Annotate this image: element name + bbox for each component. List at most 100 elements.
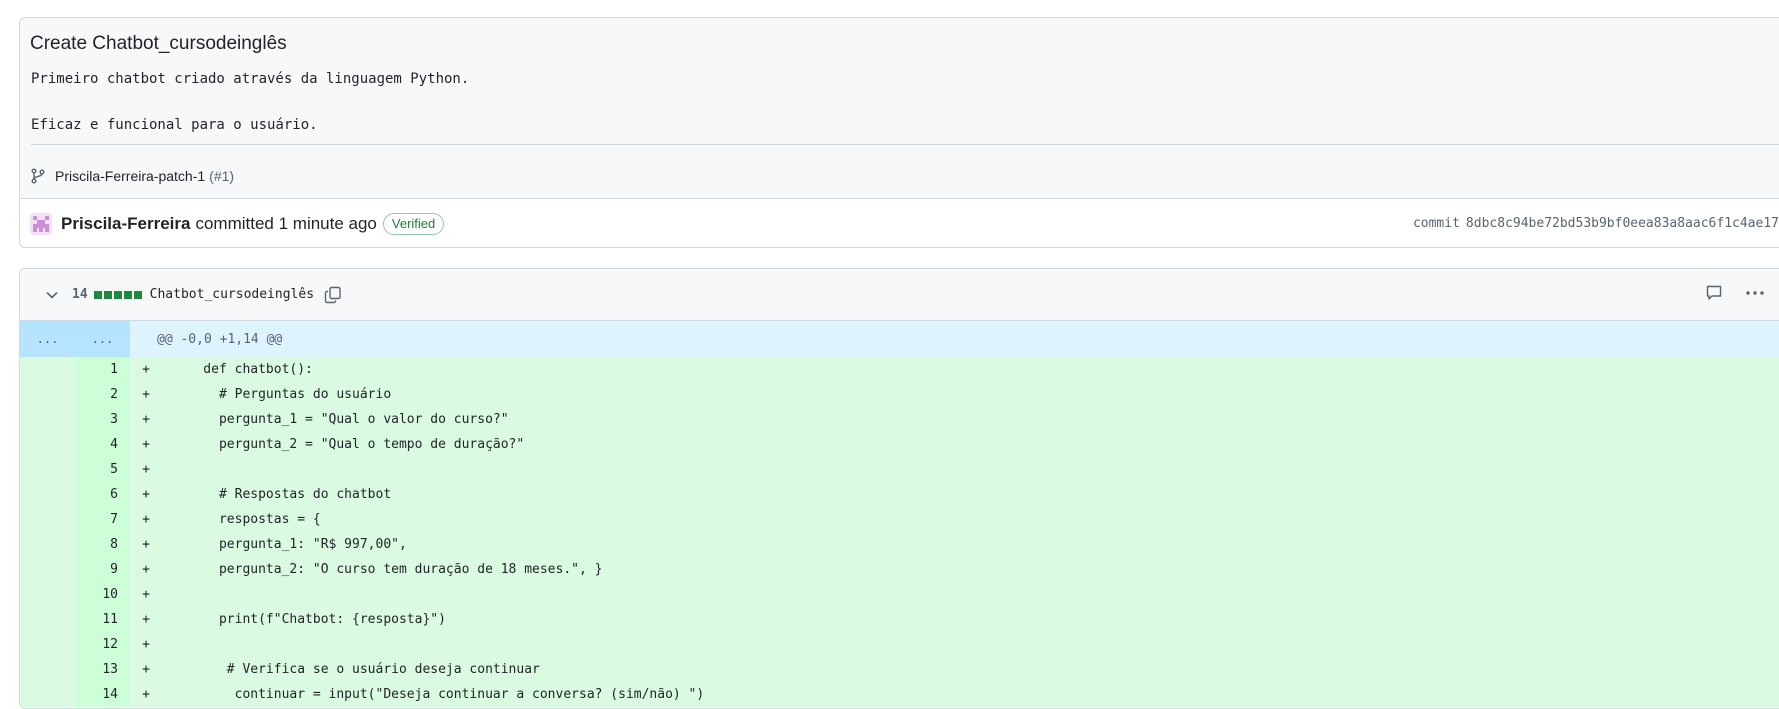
diff-line: 11 + print(f"Chatbot: {resposta}") (20, 607, 1779, 632)
new-line-number[interactable]: 1 (75, 357, 130, 382)
hunk-header: @@ -0,0 +1,14 @@ (157, 331, 283, 347)
diffstat-block (123, 290, 132, 299)
code-text: pergunta_1 = "Qual o valor do curso?" (172, 412, 509, 427)
hunk-expand-new[interactable]: ... (75, 321, 130, 357)
diffstat-block (113, 290, 122, 299)
addition-marker: + (142, 487, 150, 502)
new-line-number[interactable]: 12 (75, 632, 130, 657)
diff-line: 7 + respostas = { (20, 507, 1779, 532)
new-line-number[interactable]: 9 (75, 557, 130, 582)
commit-sha-value[interactable]: 8dbc8c94be72bd53b9bf0eea83a8aac6f1c4ae17 (1466, 216, 1779, 231)
pull-request-link[interactable]: (#1) (209, 168, 234, 184)
old-line-number (20, 607, 75, 632)
code-text: # Perguntas do usuário (172, 387, 392, 402)
chevron-down-icon[interactable] (44, 287, 60, 303)
divider (31, 144, 1779, 145)
addition-marker: + (142, 637, 150, 652)
branch-row: Priscila-Ferreira-patch-1 (#1) (30, 168, 234, 184)
diff-line: 3 + pergunta_1 = "Qual o valor do curso?" (20, 407, 1779, 432)
new-line-number[interactable]: 5 (75, 457, 130, 482)
file-name[interactable]: Chatbot_cursodeinglês (150, 287, 314, 302)
code-text: pergunta_1: "R$ 997,00", (172, 537, 407, 552)
addition-marker: + (142, 437, 150, 452)
new-line-number[interactable]: 14 (75, 682, 130, 707)
file-diff: 14 Chatbot_cursodeinglês ... ... @@ -0,0… (19, 268, 1779, 709)
addition-marker: + (142, 587, 150, 602)
diff-line: 4 + pergunta_2 = "Qual o tempo de duração… (20, 432, 1779, 457)
file-header: 14 Chatbot_cursodeinglês (20, 269, 1779, 321)
diff-line: 8 + pergunta_1: "R$ 997,00", (20, 532, 1779, 557)
diffstat-block (93, 290, 102, 299)
new-line-number[interactable]: 10 (75, 582, 130, 607)
branch-link[interactable]: Priscila-Ferreira-patch-1 (55, 168, 205, 184)
commit-sha: commit 8dbc8c94be72bd53b9bf0eea83a8aac6f1… (1413, 216, 1779, 231)
new-line-number[interactable]: 4 (75, 432, 130, 457)
hunk-expand-old[interactable]: ... (20, 321, 75, 357)
diff-line: 1 + def chatbot(): (20, 357, 1779, 382)
old-line-number (20, 382, 75, 407)
code-text: # Respostas do chatbot (172, 487, 392, 502)
addition-marker: + (142, 462, 150, 477)
old-line-number (20, 657, 75, 682)
old-line-number (20, 407, 75, 432)
code-text: print(f"Chatbot: {resposta}") (172, 612, 446, 627)
addition-marker: + (142, 687, 150, 702)
old-line-number (20, 582, 75, 607)
old-line-number (20, 432, 75, 457)
new-line-number[interactable]: 2 (75, 382, 130, 407)
new-line-number[interactable]: 13 (75, 657, 130, 682)
commit-description: Primeiro chatbot criado através da lingu… (31, 71, 470, 133)
old-line-number (20, 557, 75, 582)
comment-icon[interactable] (1705, 284, 1723, 307)
diff-line: 6 + # Respostas do chatbot (20, 482, 1779, 507)
addition-marker: + (142, 537, 150, 552)
commit-meta-row: Priscila-Ferreira committed 1 minute ago… (20, 200, 1779, 247)
commit-time: committed 1 minute ago (195, 214, 377, 233)
commit-title: Create Chatbot_cursodeinglês (30, 33, 287, 54)
code-text: pergunta_2: "O curso tem duração de 18 m… (172, 562, 603, 577)
diff-line: 14 + continuar = input("Deseja continuar … (20, 682, 1779, 707)
old-line-number (20, 532, 75, 557)
diff-line: 5 + (20, 457, 1779, 482)
diffstat-block (133, 290, 142, 299)
copy-icon[interactable] (324, 286, 342, 304)
diff-change-count: 14 (72, 287, 88, 302)
commit-sha-label: commit (1412, 216, 1460, 231)
diff-line: 9 + pergunta_2: "O curso tem duração de 1… (20, 557, 1779, 582)
new-line-number[interactable]: 7 (75, 507, 130, 532)
kebab-horizontal-icon[interactable] (1745, 284, 1765, 307)
code-lines: 1 + def chatbot(): 2 + # Perguntas do usuár… (20, 357, 1779, 707)
code-text: pergunta_2 = "Qual o tempo de duração?" (172, 437, 525, 452)
diff-line: 13 + # Verifica se o usuário deseja conti… (20, 657, 1779, 682)
old-line-number (20, 482, 75, 507)
author-link[interactable]: Priscila-Ferreira (61, 214, 190, 234)
old-line-number (20, 457, 75, 482)
verified-badge[interactable]: Verified (382, 213, 445, 235)
hunk-header-row: ... ... @@ -0,0 +1,14 @@ (20, 321, 1779, 357)
old-line-number (20, 357, 75, 382)
diffstat-bar (93, 290, 142, 299)
new-line-number[interactable]: 11 (75, 607, 130, 632)
file-actions (1705, 269, 1765, 321)
addition-marker: + (142, 562, 150, 577)
code-text: continuar = input("Deseja continuar a co… (172, 687, 705, 702)
new-line-number[interactable]: 3 (75, 407, 130, 432)
new-line-number[interactable]: 6 (75, 482, 130, 507)
code-text: # Verifica se o usuário deseja continuar (172, 662, 540, 677)
old-line-number (20, 507, 75, 532)
git-branch-icon (31, 168, 45, 184)
addition-marker: + (142, 412, 150, 427)
addition-marker: + (142, 387, 150, 402)
avatar[interactable] (30, 213, 52, 235)
new-line-number[interactable]: 8 (75, 532, 130, 557)
old-line-number (20, 632, 75, 657)
code-text: def chatbot(): (172, 362, 313, 377)
old-line-number (20, 682, 75, 707)
diff-line: 12 + (20, 632, 1779, 657)
diff-line: 2 + # Perguntas do usuário (20, 382, 1779, 407)
commit-message-panel: Create Chatbot_cursodeinglês Primeiro ch… (20, 18, 1779, 199)
addition-marker: + (142, 662, 150, 677)
code-text: respostas = { (172, 512, 321, 527)
commit-header: Create Chatbot_cursodeinglês Primeiro ch… (19, 17, 1779, 248)
addition-marker: + (142, 362, 150, 377)
